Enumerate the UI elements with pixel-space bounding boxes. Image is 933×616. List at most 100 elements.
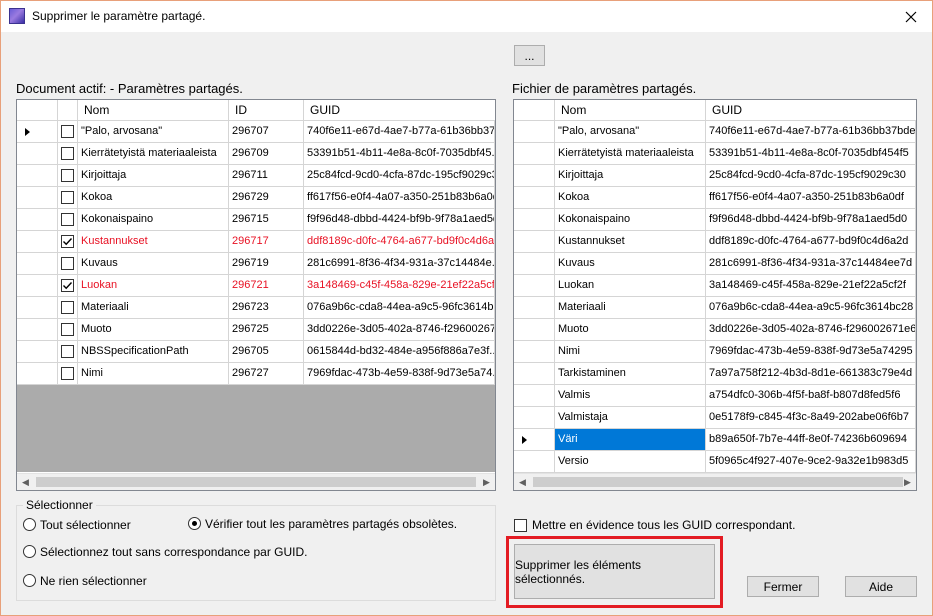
guid-cell[interactable]: 25c84fcd-9cd0-4cfa-87dc-195cf9029c30 <box>304 165 495 187</box>
guid-cell[interactable]: 7a97a758f212-4b3d-8d1e-661383c79e4d <box>706 363 916 385</box>
scroll-thumb[interactable] <box>533 477 903 487</box>
table-row[interactable]: "Palo, arvosana" 296707 740f6e11-e67d-4ae7… <box>17 121 495 143</box>
scroll-right-icon[interactable]: ▶ <box>478 474 495 490</box>
id-cell[interactable]: 296727 <box>229 363 304 385</box>
table-row[interactable]: Muoto 296725 3dd0226e-3d05-402a-8746-f2960… <box>17 319 495 341</box>
right-grid-hscrollbar[interactable]: ◀ ▶ <box>514 473 916 490</box>
row-header[interactable] <box>514 209 555 231</box>
name-cell[interactable]: Tarkistaminen <box>555 363 706 385</box>
highlight-guid-label[interactable]: Mettre en évidence tous les GUID corresp… <box>532 518 795 532</box>
check-cell[interactable] <box>58 297 78 319</box>
id-cell[interactable]: 296725 <box>229 319 304 341</box>
row-checkbox[interactable] <box>61 235 74 248</box>
id-cell[interactable]: 296729 <box>229 187 304 209</box>
table-row[interactable]: Kokoa 296729 ff617f56-e0f4-4a07-a350-251b8… <box>17 187 495 209</box>
table-row[interactable]: Materiaali 296723 076a9b6c-cda8-44ea-a9c5-… <box>17 297 495 319</box>
row-header[interactable] <box>514 143 555 165</box>
row-header[interactable] <box>17 121 58 143</box>
radio-verify-obsolete[interactable] <box>188 517 201 530</box>
guid-cell[interactable]: 281c6991-8f36-4f34-931a-37c14484ee7d <box>706 253 916 275</box>
name-cell[interactable]: Nimi <box>555 341 706 363</box>
row-header[interactable] <box>17 253 58 275</box>
name-cell[interactable]: Kuvaus <box>555 253 706 275</box>
table-row[interactable]: "Palo, arvosana" 740f6e11-e67d-4ae7-b77a-… <box>514 121 916 143</box>
name-cell[interactable]: Kirjoittaja <box>555 165 706 187</box>
name-cell[interactable]: Kokoa <box>555 187 706 209</box>
row-header[interactable] <box>514 429 555 451</box>
radio-no-match[interactable] <box>23 545 36 558</box>
row-header[interactable] <box>514 407 555 429</box>
row-header[interactable] <box>17 143 58 165</box>
table-row[interactable]: Valmistaja 0e5178f9-c845-4f3c-8a49-202abe… <box>514 407 916 429</box>
name-cell[interactable]: "Palo, arvosana" <box>555 121 706 143</box>
guid-cell[interactable]: 076a9b6c-cda8-44ea-a9c5-96fc3614bc28 <box>706 297 916 319</box>
id-cell[interactable]: 296705 <box>229 341 304 363</box>
scroll-left-icon[interactable]: ◀ <box>17 474 34 490</box>
table-row[interactable]: Kirjoittaja 296711 25c84fcd-9cd0-4cfa-87dc… <box>17 165 495 187</box>
guid-cell[interactable]: 7969fdac-473b-4e59-838f-9d73e5a74... <box>304 363 495 385</box>
row-header[interactable] <box>514 165 555 187</box>
table-row[interactable]: Kokonaispaino f9f96d48-dbbd-4424-bf9b-9f7… <box>514 209 916 231</box>
name-cell[interactable]: Versio <box>555 451 706 473</box>
radio-select-all[interactable] <box>23 518 36 531</box>
name-cell[interactable]: Kirjoittaja <box>78 165 229 187</box>
guid-cell[interactable]: 53391b51-4b11-4e8a-8c0f-7035dbf45... <box>304 143 495 165</box>
radio-select-all-label[interactable]: Tout sélectionner <box>40 518 131 532</box>
row-header[interactable] <box>514 297 555 319</box>
guid-cell[interactable]: b89a650f-7b7e-44ff-8e0f-74236b609694 <box>706 429 916 451</box>
row-header[interactable] <box>514 385 555 407</box>
radio-verify-obsolete-label[interactable]: Vérifier tout les paramètres partagés ob… <box>205 517 457 531</box>
column-header-name[interactable]: Nom <box>78 100 229 121</box>
file-parameters-grid[interactable]: Nom GUID "Palo, arvosana" 740f6e11-e67d-4… <box>513 99 917 491</box>
check-column-header[interactable] <box>58 100 78 121</box>
guid-cell[interactable]: 25c84fcd-9cd0-4cfa-87dc-195cf9029c30 <box>706 165 916 187</box>
row-header[interactable] <box>514 363 555 385</box>
delete-selected-button[interactable]: Supprimer les éléments sélectionnés. <box>514 544 715 599</box>
table-row[interactable]: Kirjoittaja 25c84fcd-9cd0-4cfa-87dc-195cf… <box>514 165 916 187</box>
guid-cell[interactable]: 0615844d-bd32-484e-a956f886a7e3f... <box>304 341 495 363</box>
check-cell[interactable] <box>58 165 78 187</box>
guid-cell[interactable]: 281c6991-8f36-4f34-931a-37c14484e... <box>304 253 495 275</box>
row-header[interactable] <box>17 275 58 297</box>
table-row[interactable]: Nimi 296727 7969fdac-473b-4e59-838f-9d73e5… <box>17 363 495 385</box>
table-row[interactable]: Versio 5f0965c4f927-407e-9ce2-9a32e1b983d… <box>514 451 916 473</box>
name-cell[interactable]: Muoto <box>555 319 706 341</box>
id-cell[interactable]: 296721 <box>229 275 304 297</box>
guid-cell[interactable]: f9f96d48-dbbd-4424-bf9b-9f78a1aed5d0 <box>304 209 495 231</box>
column-header-id[interactable]: ID <box>229 100 304 121</box>
table-row[interactable]: Kuvaus 296719 281c6991-8f36-4f34-931a-37c1… <box>17 253 495 275</box>
id-cell[interactable]: 296715 <box>229 209 304 231</box>
document-parameters-grid[interactable]: Nom ID GUID "Palo, arvosana" 296707 740f6e… <box>16 99 496 491</box>
check-cell[interactable] <box>58 231 78 253</box>
check-cell[interactable] <box>58 121 78 143</box>
guid-cell[interactable]: 0e5178f9-c845-4f3c-8a49-202abe06f6b7 <box>706 407 916 429</box>
guid-cell[interactable]: 3dd0226e-3d05-402a-8746-f296002671e6 <box>706 319 916 341</box>
name-cell[interactable]: Materiaali <box>555 297 706 319</box>
row-checkbox[interactable] <box>61 257 74 270</box>
name-cell[interactable]: "Palo, arvosana" <box>78 121 229 143</box>
id-cell[interactable]: 296707 <box>229 121 304 143</box>
row-header[interactable] <box>17 187 58 209</box>
check-cell[interactable] <box>58 275 78 297</box>
guid-cell[interactable]: 076a9b6c-cda8-44ea-a9c5-96fc3614b... <box>304 297 495 319</box>
name-cell[interactable]: Kokonaispaino <box>555 209 706 231</box>
row-header[interactable] <box>514 187 555 209</box>
guid-cell[interactable]: 740f6e11-e67d-4ae7-b77a-61b36bb37... <box>304 121 495 143</box>
table-row[interactable]: Luokan 3a148469-c45f-458a-829e-21ef22a5cf… <box>514 275 916 297</box>
name-cell[interactable]: Kierrätetyistä materiaaleista <box>555 143 706 165</box>
row-header[interactable] <box>514 451 555 473</box>
name-cell[interactable]: Kokonaispaino <box>78 209 229 231</box>
scroll-right-icon[interactable]: ▶ <box>899 474 916 490</box>
row-checkbox[interactable] <box>61 191 74 204</box>
name-cell[interactable]: NBSSpecificationPath <box>78 341 229 363</box>
name-cell[interactable]: Kuvaus <box>78 253 229 275</box>
guid-cell[interactable]: 3dd0226e-3d05-402a-8746-f29600267... <box>304 319 495 341</box>
table-row[interactable]: Kustannukset ddf8189c-d0fc-4764-a677-bd9f… <box>514 231 916 253</box>
table-row[interactable]: Materiaali 076a9b6c-cda8-44ea-a9c5-96fc36… <box>514 297 916 319</box>
table-row[interactable]: Tarkistaminen 7a97a758f212-4b3d-8d1e-6613… <box>514 363 916 385</box>
help-button[interactable]: Aide <box>845 576 917 597</box>
name-cell[interactable]: Valmis <box>555 385 706 407</box>
guid-cell[interactable]: a754dfc0-306b-4f5f-ba8f-b807d8fed5f6 <box>706 385 916 407</box>
row-checkbox[interactable] <box>61 213 74 226</box>
radio-select-none-label[interactable]: Ne rien sélectionner <box>40 574 147 588</box>
